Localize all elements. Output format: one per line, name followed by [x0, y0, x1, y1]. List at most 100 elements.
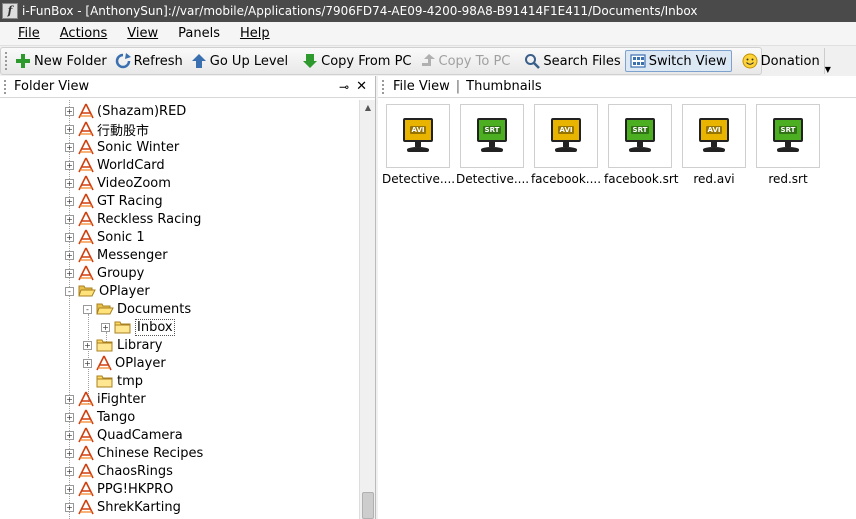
app-icon	[78, 139, 94, 155]
expand-icon[interactable]: +	[65, 268, 74, 278]
toolbar-grip[interactable]	[5, 52, 7, 70]
switch-view-button[interactable]: Switch View	[624, 50, 732, 72]
file-thumbnail[interactable]: AVI Detective....	[382, 104, 455, 186]
menu-view[interactable]: View	[117, 26, 168, 41]
expand-icon[interactable]: +	[65, 394, 74, 404]
file-type-label: AVI	[705, 126, 723, 134]
tree-item-label: QuadCamera	[97, 427, 183, 443]
collapse-icon[interactable]: -	[83, 304, 92, 314]
collapse-icon[interactable]: -	[65, 286, 74, 296]
file-thumbnail[interactable]: AVI red.avi	[678, 104, 750, 186]
app-icon	[78, 481, 94, 497]
tree-item[interactable]: + QuadCamera	[65, 426, 183, 444]
avi-file-icon: AVI	[401, 118, 435, 154]
avi-file-icon: AVI	[697, 118, 731, 154]
tree-item-label: OPlayer	[115, 355, 166, 371]
tree-item-label: Messenger	[97, 247, 168, 263]
panel-grip[interactable]	[4, 80, 7, 94]
folder-view-header: Folder View ⊸ ✕	[0, 76, 375, 98]
scroll-up-arrow-icon[interactable]: ▲	[360, 100, 376, 116]
expand-icon[interactable]: +	[65, 106, 74, 116]
file-name: facebook.srt	[604, 172, 679, 186]
copy-from-pc-button[interactable]: Copy From PC	[298, 50, 415, 72]
tree-item[interactable]: + Reckless Racing	[65, 210, 201, 228]
arrow-upload-icon	[421, 54, 435, 66]
folder-tree-scrollbar[interactable]: ▲	[359, 100, 375, 519]
tree-item[interactable]: + 行動股市	[65, 120, 149, 139]
thumbnail-frame: SRT	[460, 104, 524, 168]
expand-icon[interactable]: +	[65, 214, 74, 224]
tree-item-label: ShrekKarting	[97, 499, 181, 515]
tab-file-view[interactable]: File View	[393, 79, 450, 94]
file-thumbnail[interactable]: SRT facebook.srt	[604, 104, 679, 186]
thumbnail-frame: AVI	[682, 104, 746, 168]
chevron-down-icon: ▼	[824, 65, 831, 74]
expand-icon[interactable]: +	[65, 430, 74, 440]
expand-icon[interactable]: +	[65, 232, 74, 242]
donation-button[interactable]: Donation	[738, 50, 824, 72]
app-icon	[78, 157, 94, 173]
refresh-button[interactable]: Refresh	[111, 50, 187, 72]
tree-item-label: Reckless Racing	[97, 211, 202, 227]
expand-icon[interactable]: +	[83, 340, 92, 350]
arrow-up-icon	[191, 54, 206, 68]
menu-panels[interactable]: Panels	[168, 26, 230, 41]
expand-icon[interactable]: +	[83, 358, 92, 368]
expand-icon[interactable]: +	[65, 466, 74, 476]
expand-icon[interactable]: +	[65, 502, 74, 512]
toolbar: New Folder Refresh Go Up Level Copy From…	[0, 47, 831, 75]
tree-item[interactable]: + Chinese Recipes	[65, 444, 203, 462]
tree-item[interactable]: - Documents	[83, 300, 191, 318]
tree-item[interactable]: + VideoZoom	[65, 174, 171, 192]
tree-item[interactable]: + PPG!HKPRO	[65, 480, 173, 498]
tree-item[interactable]: + ShrekKarting	[65, 498, 181, 516]
scroll-thumb[interactable]	[362, 492, 374, 519]
expand-icon[interactable]: +	[65, 448, 74, 458]
folder-icon	[114, 321, 131, 334]
tree-item[interactable]: + Groupy	[65, 264, 144, 282]
expand-icon[interactable]: +	[65, 250, 74, 260]
tree-item[interactable]: + (Shazam)RED	[65, 102, 186, 120]
file-thumbnail[interactable]: SRT Detective....	[456, 104, 529, 186]
menu-file[interactable]: File	[8, 26, 50, 41]
copy-to-pc-button[interactable]: Copy To PC	[416, 50, 515, 72]
expand-icon[interactable]: +	[65, 124, 74, 134]
tree-item[interactable]: + Tango	[65, 408, 135, 426]
app-icon	[78, 499, 94, 515]
pin-icon[interactable]: ⊸	[339, 80, 349, 94]
tree-item[interactable]: + Sonic 1	[65, 228, 145, 246]
expand-icon[interactable]: +	[65, 196, 74, 206]
tree-item[interactable]: + ChaosRings	[65, 462, 173, 480]
go-up-level-button[interactable]: Go Up Level	[187, 50, 292, 72]
panel-grip[interactable]	[382, 80, 385, 94]
search-files-button[interactable]: Search Files	[520, 50, 624, 72]
tree-item[interactable]: + iFighter	[65, 390, 146, 408]
app-icon	[78, 103, 94, 119]
expand-icon[interactable]: +	[65, 178, 74, 188]
tree-item-label: VideoZoom	[97, 175, 171, 191]
tree-item[interactable]: - OPlayer	[65, 282, 150, 300]
expand-icon[interactable]: +	[65, 142, 74, 152]
file-thumbnail[interactable]: SRT red.srt	[752, 104, 824, 186]
app-icon	[78, 427, 94, 443]
expand-icon[interactable]: +	[65, 160, 74, 170]
expand-icon[interactable]: +	[101, 322, 110, 332]
file-thumbnail[interactable]: AVI facebook....	[530, 104, 602, 186]
expand-icon[interactable]: +	[65, 412, 74, 422]
srt-file-icon: SRT	[623, 118, 657, 154]
tree-item[interactable]: + Inbox	[101, 318, 175, 336]
expand-icon[interactable]: +	[65, 484, 74, 494]
tree-item[interactable]: + OPlayer	[83, 354, 166, 372]
tree-item[interactable]: + GT Racing	[65, 192, 163, 210]
tree-item[interactable]: + Library	[83, 336, 162, 354]
tab-thumbnails[interactable]: Thumbnails	[466, 79, 542, 94]
toolbar-overflow-button[interactable]: ▼	[823, 48, 831, 74]
tree-item[interactable]: + Sonic Winter	[65, 138, 179, 156]
new-folder-button[interactable]: New Folder	[11, 50, 111, 72]
close-icon[interactable]: ✕	[356, 79, 367, 94]
tree-item[interactable]: tmp	[83, 372, 143, 390]
menu-help[interactable]: Help	[230, 26, 280, 41]
tree-item[interactable]: + WorldCard	[65, 156, 165, 174]
menu-actions[interactable]: Actions	[50, 26, 118, 41]
tree-item[interactable]: + Messenger	[65, 246, 168, 264]
